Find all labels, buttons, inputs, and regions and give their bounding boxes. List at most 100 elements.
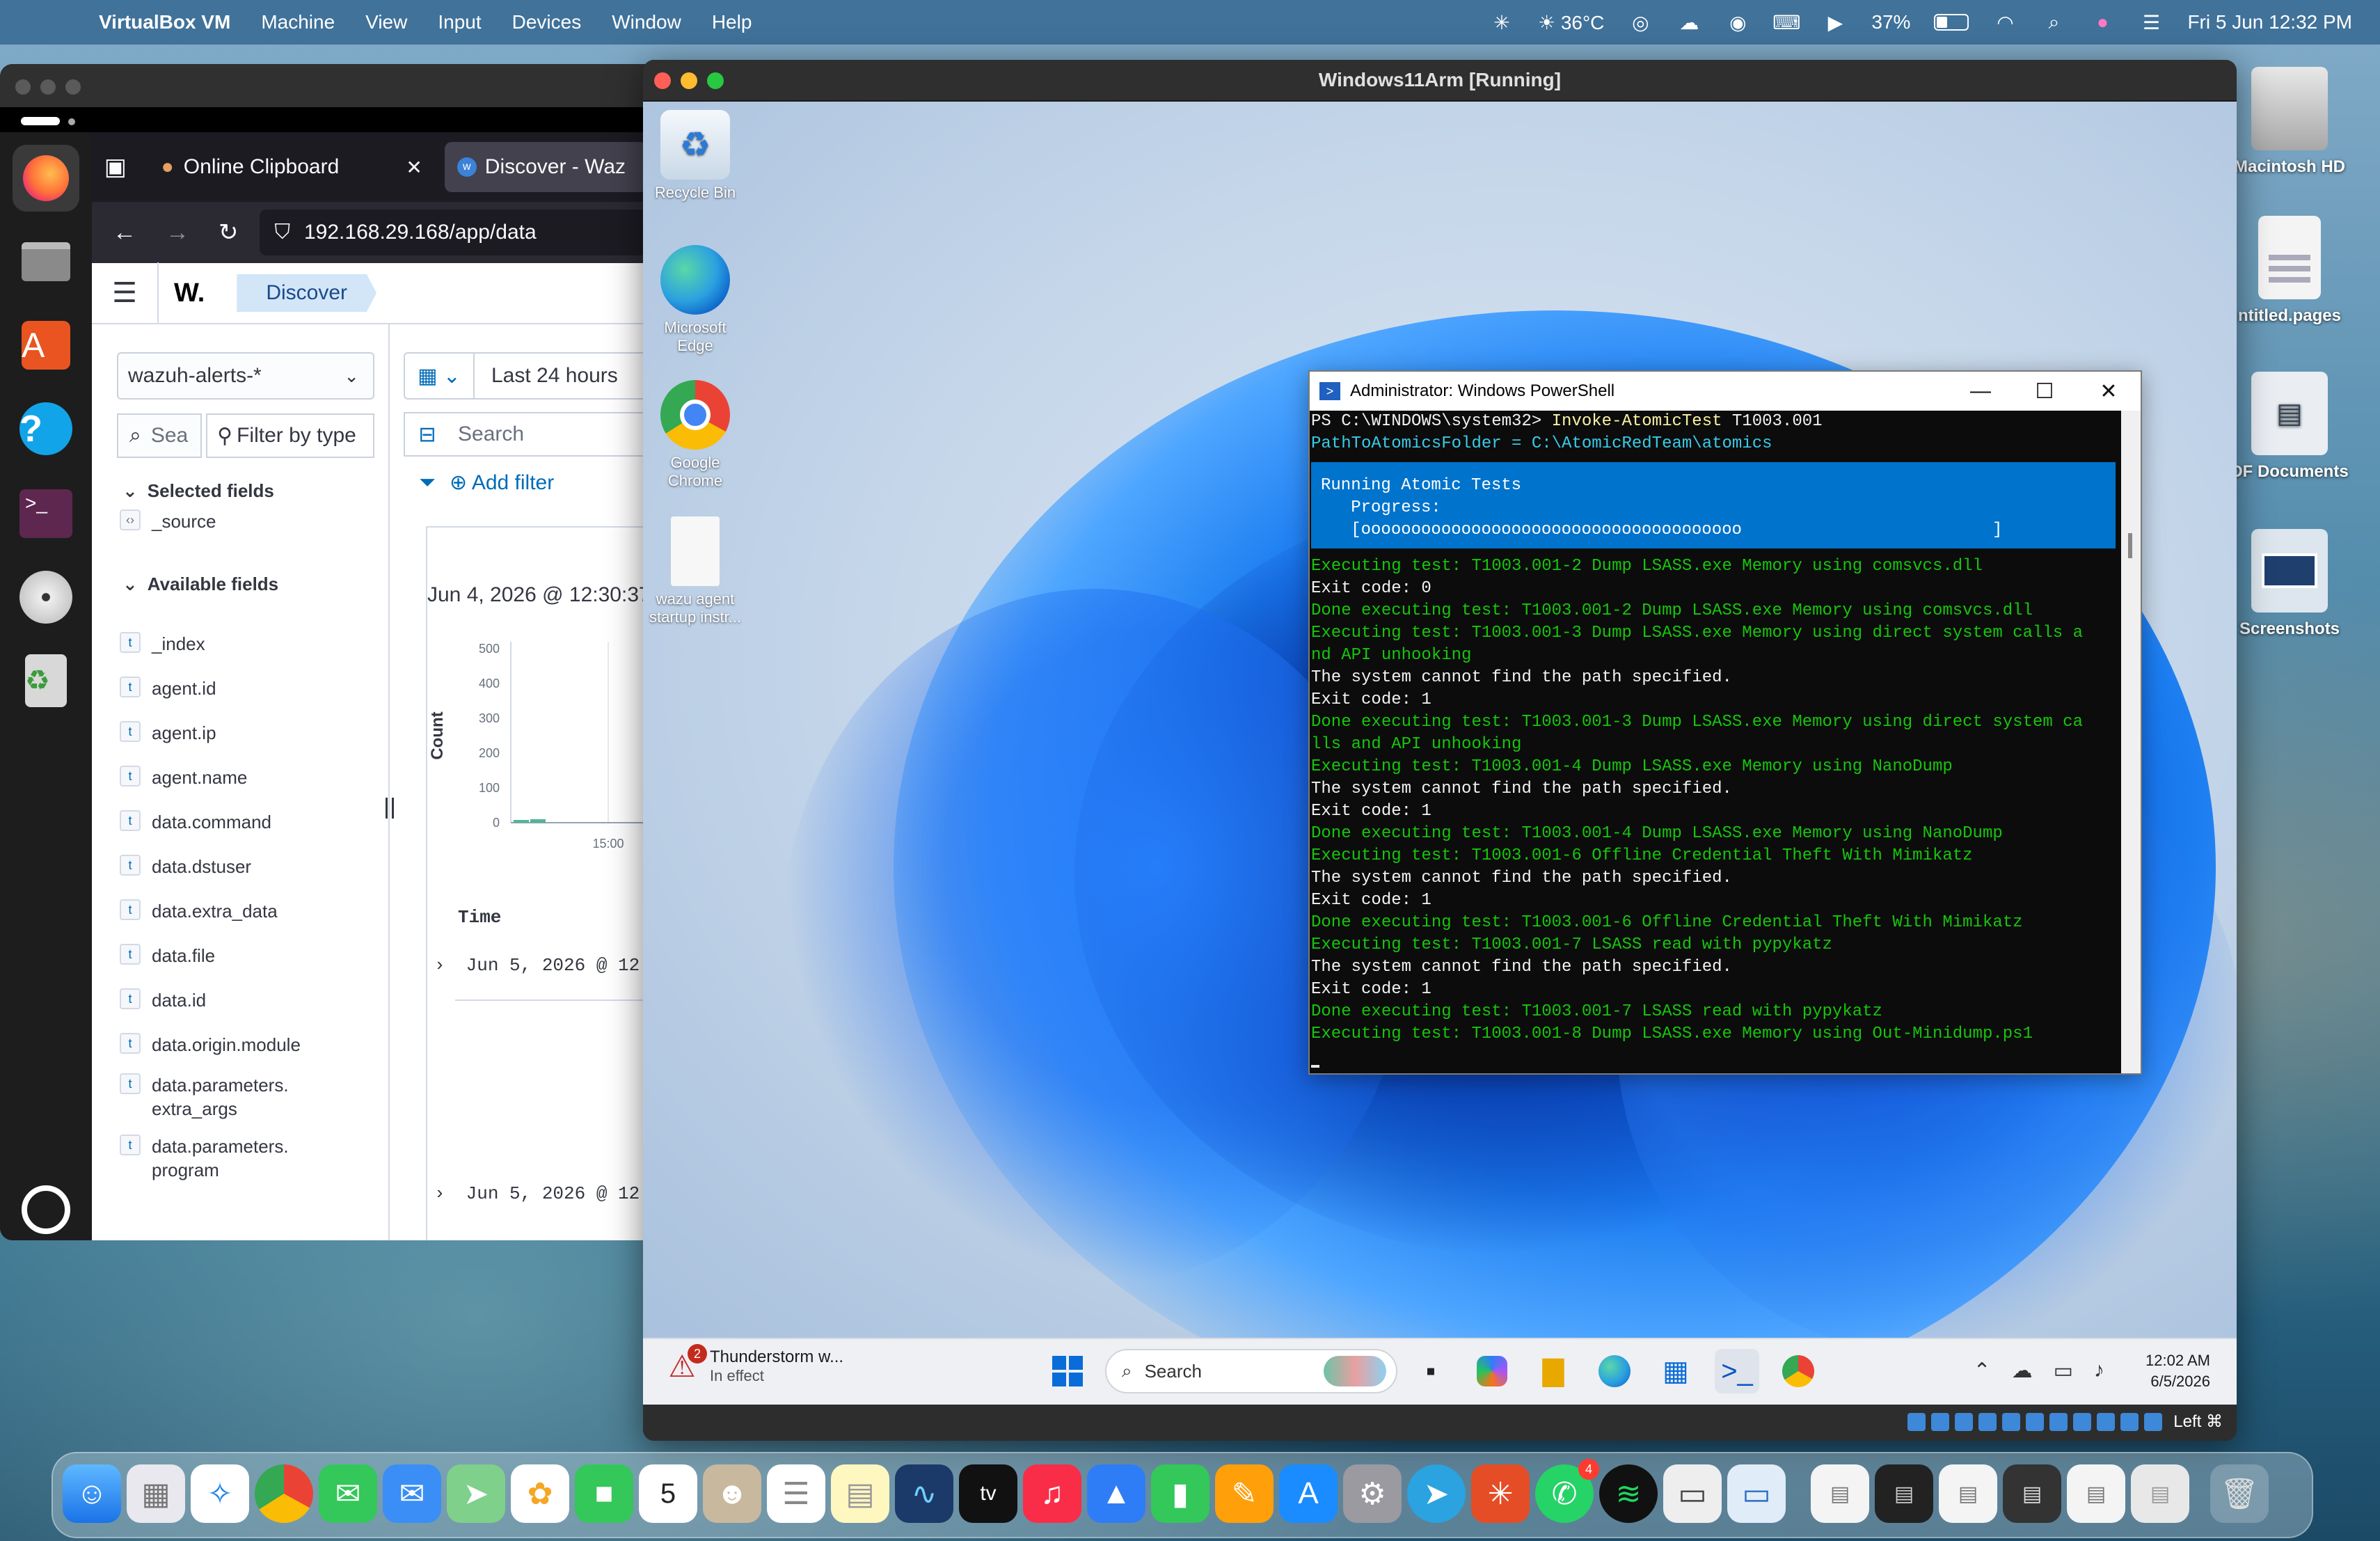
terminal-icon[interactable]: >_	[13, 480, 79, 547]
menu-window[interactable]: Window	[612, 11, 681, 33]
control-center-icon[interactable]: ☰	[2139, 12, 2164, 33]
finder-icon[interactable]: ☺	[63, 1464, 121, 1523]
app-store-icon[interactable]: A	[1279, 1464, 1338, 1523]
chevron-up-icon[interactable]: ⌃	[1974, 1359, 1991, 1383]
url-bar[interactable]: ⛉ 192.168.29.168/app/data	[259, 210, 647, 255]
recent-doc-1-icon[interactable]: ▤	[1811, 1464, 1869, 1523]
minimize-icon[interactable]: —	[1949, 372, 2013, 411]
tab-overview-icon[interactable]: ▣	[92, 153, 139, 181]
airdrop-icon[interactable]: ◉	[1725, 12, 1750, 33]
calendar-icon[interactable]: ▦ ⌄	[405, 354, 475, 398]
reload-icon[interactable]: ↻	[219, 219, 239, 246]
copilot-icon[interactable]	[1470, 1349, 1514, 1393]
recent-doc-4-icon[interactable]: ▤	[2003, 1464, 2061, 1523]
vm-cpu-icon[interactable]	[2097, 1412, 2116, 1431]
photos-icon[interactable]: ✿	[511, 1464, 569, 1523]
sync-icon[interactable]: ◎	[1628, 12, 1653, 33]
vm-host-key[interactable]: Left ⌘	[2173, 1412, 2223, 1432]
save-query-icon[interactable]: ⊟	[405, 422, 450, 447]
keyboard-icon[interactable]: ⌨	[1772, 12, 1800, 33]
add-filter-button[interactable]: ⊕ Add filter	[450, 471, 554, 495]
vm-keyboard-icon[interactable]	[2144, 1412, 2163, 1431]
edge-icon[interactable]: Microsoft Edge	[643, 245, 747, 355]
trash-icon[interactable]: ♻	[13, 647, 79, 714]
field-source[interactable]: ‹› _source	[120, 509, 377, 533]
histogram-bar[interactable]	[530, 819, 546, 823]
file-explorer-icon[interactable]: ▇	[1531, 1349, 1576, 1393]
vm-preview-2-icon[interactable]: ▭	[1727, 1464, 1786, 1523]
cloud-offline-icon[interactable]: ☁	[2012, 1359, 2033, 1383]
date-picker[interactable]: ▦ ⌄ Last 24 hours	[404, 352, 647, 400]
whatsapp-icon[interactable]: ✆ 4	[1535, 1459, 1599, 1523]
filter-options-icon[interactable]: ⏷	[419, 471, 436, 495]
reminders-icon[interactable]: ☰	[767, 1464, 825, 1523]
minimize-window-button[interactable]	[681, 72, 697, 89]
disc-icon[interactable]	[13, 564, 79, 631]
network-icon[interactable]: ▭	[2054, 1359, 2073, 1383]
selected-fields-header[interactable]: ⌄ Selected fields	[122, 480, 274, 502]
chrome-icon[interactable]: Google Chrome	[643, 380, 747, 490]
menu-help[interactable]: Help	[712, 11, 752, 33]
field-item[interactable]: t data.parameters. program	[120, 1135, 377, 1182]
brightness-icon[interactable]: ✳	[1489, 12, 1514, 33]
store-icon[interactable]: ▦	[1653, 1349, 1698, 1393]
messages-icon[interactable]: ✉	[319, 1464, 377, 1523]
table-row[interactable]: › Jun 5, 2026 @ 12	[434, 1183, 640, 1204]
breadcrumb-discover[interactable]: Discover	[237, 274, 377, 312]
close-icon[interactable]: ✕	[2077, 372, 2141, 411]
zoom-window-button[interactable]	[707, 72, 724, 89]
expand-row-icon[interactable]: ›	[434, 1183, 445, 1204]
facetime-icon[interactable]: ■	[575, 1464, 633, 1523]
field-item[interactable]: t agent.name	[120, 766, 377, 789]
histogram-bar[interactable]	[514, 820, 529, 823]
vm-storage-icon[interactable]	[1907, 1412, 1926, 1431]
chrome-taskbar-icon[interactable]	[1776, 1349, 1820, 1393]
vm-mouse-icon[interactable]	[2120, 1412, 2139, 1431]
field-item[interactable]: t agent.ip	[120, 721, 377, 745]
wifi-icon[interactable]: ◠	[1992, 12, 2017, 33]
vm-shared-folder-icon[interactable]	[2026, 1412, 2045, 1431]
recent-doc-2-icon[interactable]: ▤	[1875, 1464, 1933, 1523]
help-icon[interactable]: ?	[13, 395, 79, 462]
field-item[interactable]: t data.dstuser	[120, 855, 377, 878]
system-settings-icon[interactable]: ⚙	[1343, 1464, 1402, 1523]
maps-icon[interactable]: ➤	[447, 1464, 505, 1523]
show-apps-icon[interactable]	[13, 1176, 79, 1240]
apple-tv-icon[interactable]: tv	[959, 1464, 1017, 1523]
claude-icon[interactable]: ✳	[1471, 1464, 1530, 1523]
field-item[interactable]: t data.extra_data	[120, 899, 377, 923]
recent-doc-3-icon[interactable]: ▤	[1939, 1464, 1997, 1523]
task-view-icon[interactable]: ▪	[1409, 1349, 1453, 1393]
query-search-input[interactable]: ⊟ Search	[404, 412, 647, 457]
sidebar-resize-handle[interactable]	[386, 798, 394, 819]
activities-indicator[interactable]	[21, 117, 60, 125]
launchpad-icon[interactable]: ▦	[127, 1464, 185, 1523]
play-icon[interactable]: ▶	[1823, 12, 1848, 33]
filter-by-type-button[interactable]: ⚲ Filter by type	[206, 413, 374, 458]
ubuntu-titlebar[interactable]	[0, 64, 647, 107]
recent-doc-5-icon[interactable]: ▤	[2067, 1464, 2125, 1523]
trash-icon[interactable]: 🗑	[2210, 1464, 2269, 1523]
freeform-icon[interactable]: ∿	[895, 1464, 953, 1523]
edge-taskbar-icon[interactable]	[1592, 1349, 1637, 1393]
available-fields-header[interactable]: ⌄ Available fields	[122, 574, 278, 595]
shield-icon[interactable]: ⛉	[275, 221, 291, 244]
menubar-clock[interactable]: Fri 5 Jun 12:32 PM	[2187, 11, 2352, 33]
menu-devices[interactable]: Devices	[512, 11, 582, 33]
wazuh-logo[interactable]: W.	[174, 278, 205, 308]
vm-optical-icon[interactable]	[1931, 1412, 1950, 1431]
field-item[interactable]: t agent.id	[120, 677, 377, 700]
maximize-icon[interactable]: ☐	[2013, 372, 2077, 411]
back-icon[interactable]: ←	[113, 219, 136, 246]
menu-app-name[interactable]: VirtualBox VM	[99, 11, 230, 33]
tab-online-clipboard[interactable]: ● Online Clipboard ✕	[149, 142, 435, 192]
forward-icon[interactable]: →	[166, 219, 189, 246]
safari-icon[interactable]: ✧	[191, 1464, 249, 1523]
vm-preview-1-icon[interactable]: ▭	[1663, 1464, 1722, 1523]
recent-doc-6-icon[interactable]: ▤	[2131, 1464, 2189, 1523]
cloud-icon[interactable]: ☁	[1676, 12, 1701, 33]
powershell-console[interactable]: PS C:\WINDOWS\system32> Invoke-AtomicTes…	[1310, 411, 2124, 1073]
menu-machine[interactable]: Machine	[261, 11, 335, 33]
calendar-icon[interactable]: 5	[639, 1464, 697, 1523]
siri-icon[interactable]: ●	[2090, 11, 2115, 33]
